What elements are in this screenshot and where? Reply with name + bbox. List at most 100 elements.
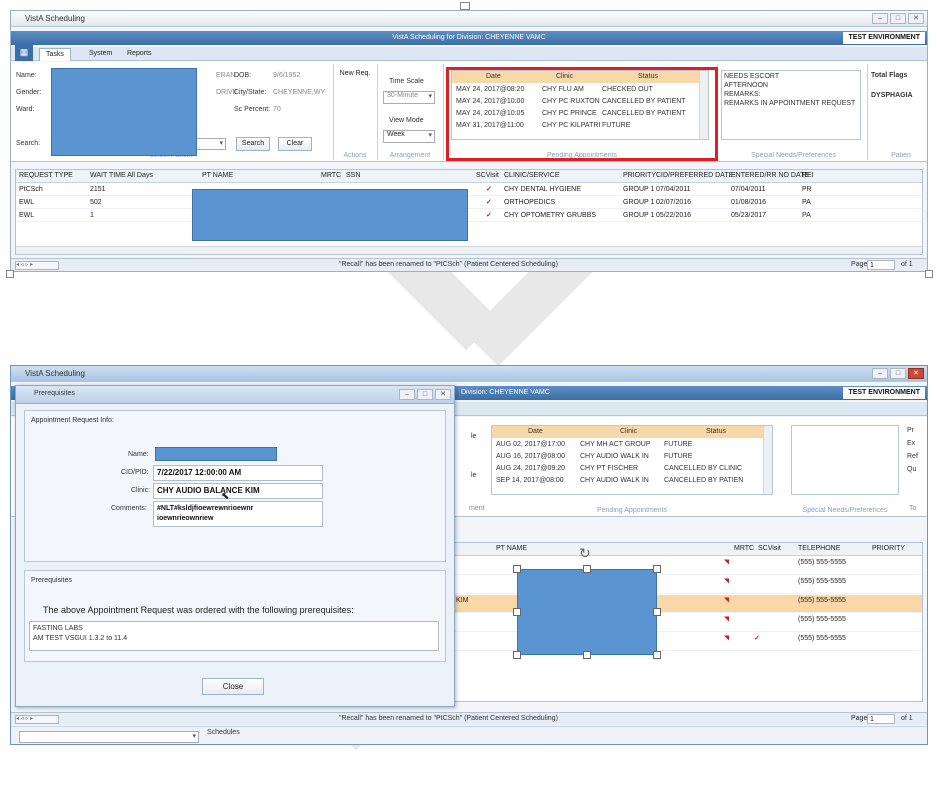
arrangement-group-label: Arrangement	[389, 152, 431, 159]
scrollbar[interactable]	[763, 426, 772, 494]
prerequisites-list[interactable]: FASTING LABS AM TEST VSGUI 1.3.2 to 11.4	[29, 621, 439, 651]
tab-reports[interactable]: Reports	[121, 48, 158, 61]
column-header[interactable]: PRIORITY	[872, 543, 905, 555]
ward-label: Ward:	[16, 106, 35, 113]
tab-system[interactable]: System	[83, 48, 118, 61]
name-label: Name:	[128, 451, 149, 458]
resize-handle[interactable]	[653, 651, 661, 659]
minimize-button[interactable]: –	[872, 13, 888, 24]
column-header[interactable]: ENTERED/RR NO DATE	[731, 170, 809, 182]
patient-flags-group-label: Patien	[891, 152, 911, 159]
resize-handle[interactable]	[653, 565, 661, 573]
minimize-button[interactable]: –	[399, 389, 415, 400]
redacted-name	[155, 447, 277, 461]
fragment-label: Pr	[907, 427, 914, 434]
resize-handle[interactable]	[653, 608, 661, 616]
table-cell: PR	[802, 186, 812, 193]
view-mode-select[interactable]: Week	[383, 130, 435, 143]
rotate-handle-icon[interactable]: ↻	[579, 545, 591, 562]
column-header[interactable]: MRTC	[734, 543, 754, 555]
minimize-button[interactable]: –	[872, 368, 888, 379]
column-header[interactable]: REI	[802, 170, 814, 182]
table-row[interactable]: EWL 1 ✓ CHY OPTOMETRY GRUBBS GROUP 1 05/22/20…	[16, 210, 922, 222]
table-cell: GROUP 1	[623, 212, 655, 219]
resize-handle[interactable]	[583, 651, 591, 659]
name-label: Name:	[16, 72, 37, 79]
table-cell: GROUP 1	[623, 186, 655, 193]
search-button[interactable]: Search	[236, 137, 270, 151]
fragment-label: Ex	[907, 440, 916, 447]
new-request-button[interactable]: New Req.	[338, 68, 372, 82]
column-header[interactable]: PRIORITY	[623, 170, 656, 182]
scvisit-check-icon: ✓	[754, 635, 760, 642]
column-header[interactable]: REQUEST TYPE	[19, 170, 73, 182]
table-cell: 01/08/2016	[731, 199, 767, 206]
divider	[333, 64, 334, 160]
division-title: VistA Scheduling for Division: CHEYENNE …	[392, 34, 546, 41]
pending-date-header: Date	[528, 428, 543, 435]
resize-handle[interactable]	[513, 651, 521, 659]
flag-icon: ◥	[724, 616, 730, 623]
selection-handle	[925, 270, 933, 278]
column-header[interactable]: SCVisit	[758, 543, 781, 555]
selected-redaction-shape[interactable]	[517, 569, 657, 655]
app-menu-icon[interactable]: ▦	[15, 44, 33, 61]
special-needs-line: AFTERNOON	[724, 82, 768, 89]
table-row[interactable]: EWL 502 ✓ ORTHOPEDICS GROUP 1 02/07/2016 01/08…	[16, 197, 922, 209]
page-input[interactable]: 1	[867, 260, 895, 270]
special-needs-line: REMARKS:	[724, 91, 761, 98]
column-header[interactable]: PT NAME	[202, 170, 233, 182]
fragment-label: Qu	[907, 466, 917, 473]
tab-tasks[interactable]: Tasks	[39, 48, 71, 61]
dialog-title: Prerequisites	[34, 390, 75, 397]
column-header[interactable]: CLINIC/SERVICE	[504, 170, 560, 182]
column-header[interactable]: SSN	[346, 170, 360, 182]
resize-handle[interactable]	[513, 608, 521, 616]
pending-appointments-highlight	[446, 67, 718, 161]
maximize-button[interactable]: □	[417, 389, 433, 400]
table-cell: PA	[802, 199, 811, 206]
close-button[interactable]: ✕	[908, 13, 924, 24]
pending-date: AUG 02, 2017@17:00	[496, 441, 565, 448]
column-header[interactable]: TELEPHONE	[798, 543, 840, 555]
test-environment-badge: TEST ENVIRONMENT	[843, 387, 925, 399]
time-scale-select[interactable]: 30-Minute	[383, 91, 435, 104]
close-dialog-button[interactable]: Close	[202, 678, 264, 695]
maximize-button[interactable]: □	[890, 13, 906, 24]
nav-first-button[interactable]: ◂ ◃ ▹ ▸	[15, 715, 59, 724]
schedules-panel: Schedules	[11, 726, 927, 744]
horizontal-scrollbar[interactable]	[16, 246, 922, 254]
telephone-cell: (555) 555-5555	[798, 559, 846, 566]
pending-appointments-list[interactable]: Date Clinic Status AUG 02, 2017@17:00 CHY…	[491, 425, 773, 495]
divider	[443, 64, 444, 160]
clear-button[interactable]: Clear	[278, 137, 312, 151]
column-header[interactable]: SCVisit	[476, 170, 499, 182]
nav-first-button[interactable]: ◂ ◃ ▹ ▸	[15, 261, 59, 270]
page-input[interactable]: 1	[867, 714, 895, 724]
pending-clinic: CHY AUDIO WALK IN	[580, 453, 649, 460]
selection-handle	[460, 2, 470, 10]
maximize-button[interactable]: □	[890, 368, 906, 379]
schedules-label: Schedules	[207, 729, 240, 736]
dob-value: 9/6/1952	[273, 72, 301, 79]
column-header[interactable]: PT NAME	[496, 543, 527, 555]
close-button[interactable]: ✕	[908, 368, 924, 379]
comments-line-1: #NLT#ksldjfioewrewnrioewnr	[157, 505, 254, 512]
column-header[interactable]: CID/PREFERRED DATE	[656, 170, 733, 182]
close-button[interactable]: ✕	[435, 389, 451, 400]
table-cell: ORTHOPEDICS	[504, 199, 556, 206]
page-label: Page	[851, 715, 868, 722]
resize-handle[interactable]	[513, 565, 521, 573]
column-header[interactable]: MRTC	[321, 170, 341, 182]
request-grid: REQUEST TYPE WAIT TIME All Days PT NAME MRT…	[15, 169, 923, 255]
dialog-titlebar: Prerequisites – □ ✕	[16, 386, 454, 404]
column-header[interactable]: WAIT TIME All Days	[90, 170, 153, 182]
telephone-cell: (555) 555-5555	[798, 635, 846, 642]
prerequisites-dialog: Prerequisites – □ ✕ Appointment Request …	[15, 385, 455, 707]
total-flags-title: Total Flags	[871, 72, 908, 79]
resize-handle[interactable]	[583, 565, 591, 573]
table-row[interactable]: PtCSch 2151 ✓ CHY DENTAL HYGIENE GROUP 1 07/0…	[16, 184, 922, 196]
table-cell: 502	[90, 199, 102, 206]
date-picker[interactable]	[19, 731, 199, 743]
table-cell: 07/04/2011	[731, 186, 766, 193]
